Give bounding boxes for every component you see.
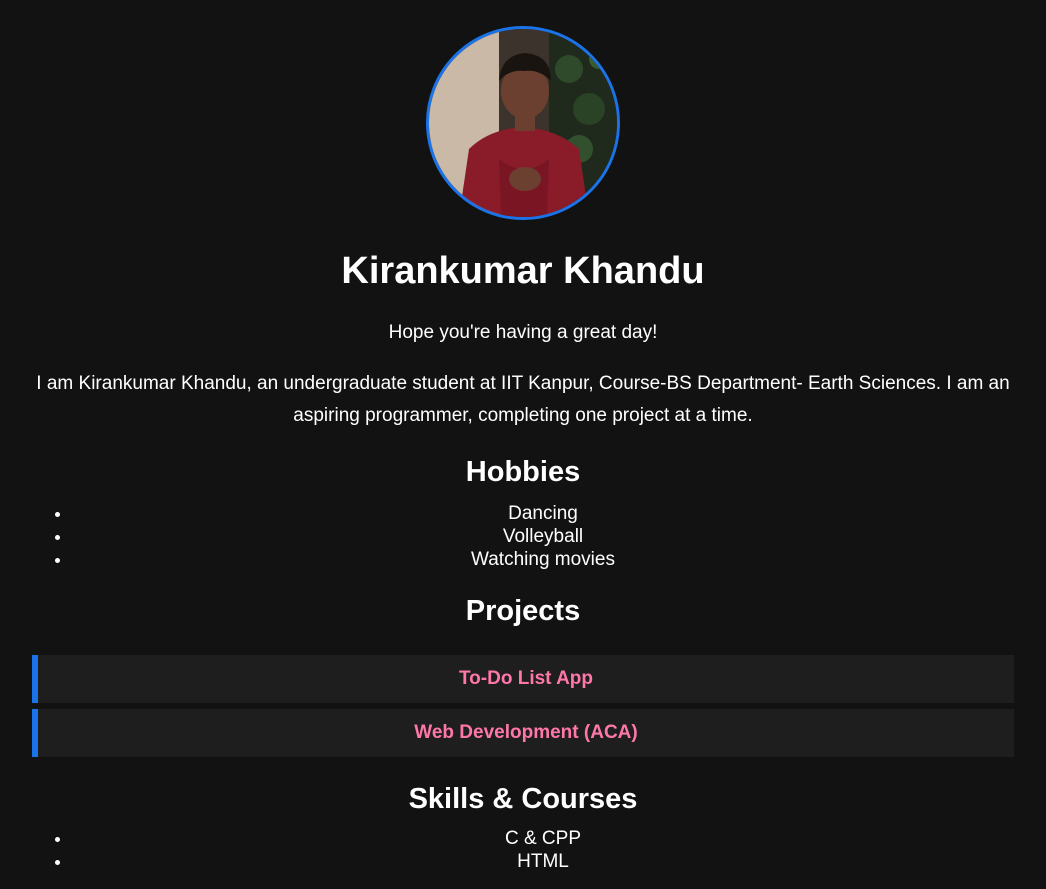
- avatar-container: [32, 0, 1014, 220]
- project-card-todo[interactable]: To-Do List App: [32, 655, 1014, 703]
- skill-item: HTML: [72, 850, 1014, 873]
- avatar: [426, 26, 620, 220]
- profile-name: Kirankumar Khandu: [341, 250, 705, 292]
- projects-list: To-Do List App Web Development (ACA): [32, 655, 1014, 757]
- hobby-item: Watching movies: [72, 548, 1014, 571]
- hobbies-list: Dancing Volleyball Watching movies: [32, 502, 1014, 571]
- project-link-webdev[interactable]: Web Development (ACA): [414, 722, 637, 744]
- project-card-webdev[interactable]: Web Development (ACA): [32, 709, 1014, 757]
- profile-tagline: Hope you're having a great day!: [388, 322, 658, 343]
- skill-item: C & CPP: [72, 827, 1014, 850]
- profile-bio: I am Kirankumar Khandu, an undergraduate…: [36, 373, 1010, 426]
- profile-page: Kirankumar Khandu Hope you're having a g…: [0, 0, 1046, 873]
- skills-heading: Skills & Courses: [408, 783, 638, 815]
- projects-heading: Projects: [465, 595, 581, 627]
- hobby-item: Dancing: [72, 502, 1014, 525]
- profile-photo: [429, 29, 617, 217]
- skills-list: C & CPP HTML: [32, 827, 1014, 873]
- hobbies-heading: Hobbies: [465, 456, 581, 488]
- hobby-item: Volleyball: [72, 525, 1014, 548]
- project-link-todo[interactable]: To-Do List App: [459, 668, 593, 690]
